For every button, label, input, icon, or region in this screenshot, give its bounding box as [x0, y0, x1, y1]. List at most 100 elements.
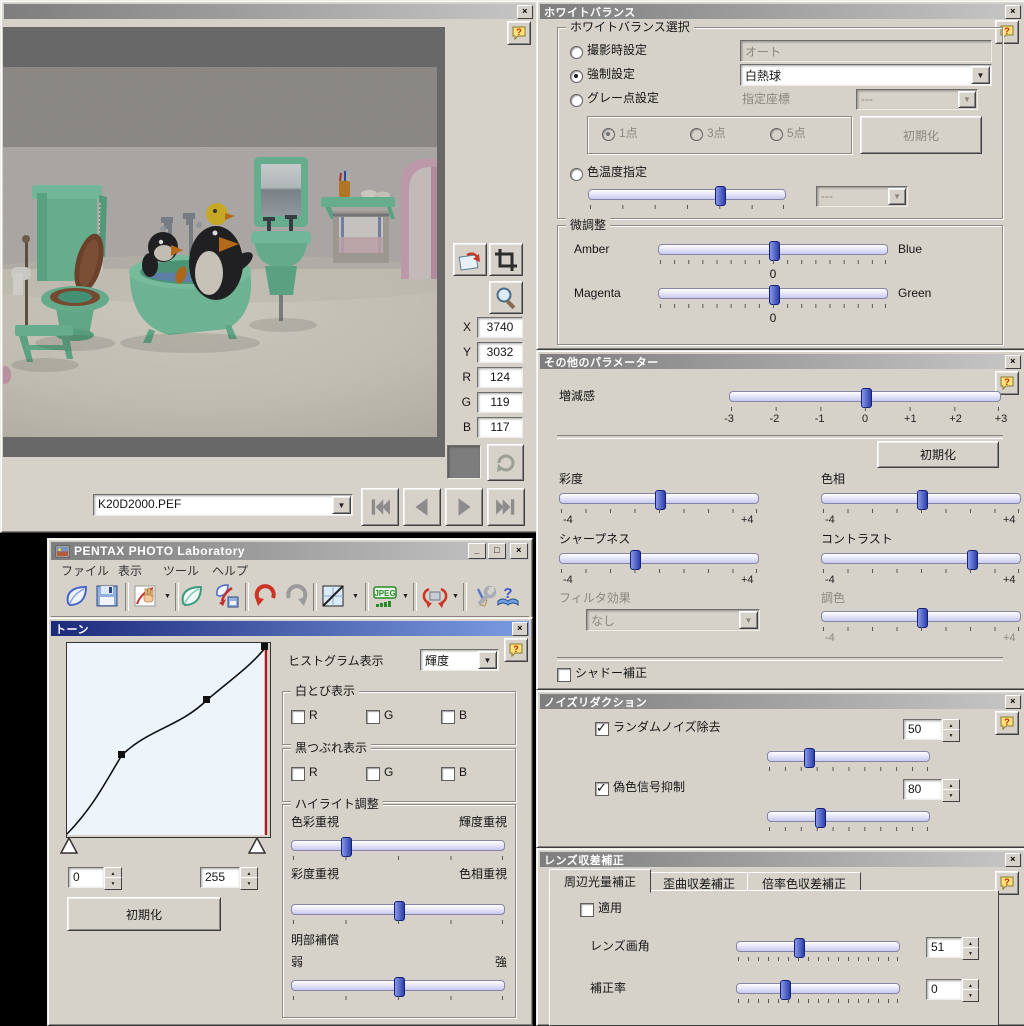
wb-reset-button[interactable]: 初期化: [860, 116, 982, 154]
last-image-button[interactable]: [487, 488, 525, 526]
slider-thumb[interactable]: [769, 241, 780, 261]
spin-down-icon[interactable]: ▼: [942, 729, 960, 742]
previous-image-button[interactable]: [403, 488, 441, 526]
lens-apply-checkbox[interactable]: [580, 903, 594, 917]
saturation-slider[interactable]: [559, 490, 759, 514]
color-luminance-slider[interactable]: [291, 837, 505, 861]
white-clip-g-label[interactable]: G: [384, 708, 393, 723]
main-titlebar[interactable]: PENTAX PHOTO Laboratory _ □ ×: [51, 542, 529, 560]
hue-slider[interactable]: [821, 490, 1021, 514]
black-clip-r-label[interactable]: R: [309, 765, 318, 780]
spin-down-icon[interactable]: ▼: [104, 877, 122, 890]
wb-point5-radio[interactable]: [770, 128, 783, 141]
tab-vignetting[interactable]: 周辺光量補正: [549, 869, 651, 893]
slider-thumb[interactable]: [917, 490, 928, 510]
black-clip-g-checkbox[interactable]: [366, 767, 380, 781]
histogram-plot[interactable]: [66, 642, 271, 838]
random-noise-label[interactable]: ランダムノイズ除去: [613, 720, 721, 735]
black-clip-r-checkbox[interactable]: [291, 767, 305, 781]
slider-thumb[interactable]: [803, 748, 815, 768]
slider-thumb[interactable]: [769, 285, 780, 305]
slider-thumb[interactable]: [967, 550, 978, 570]
rotate-button[interactable]: [422, 583, 448, 609]
black-clip-b-label[interactable]: B: [459, 765, 467, 780]
slider-thumb[interactable]: [779, 980, 791, 1000]
saturation-hue-slider[interactable]: [291, 901, 505, 925]
tone-titlebar[interactable]: トーン ×: [51, 621, 529, 636]
random-noise-slider[interactable]: [767, 748, 930, 772]
slider-thumb[interactable]: [794, 938, 806, 958]
chevron-down-icon[interactable]: ▼: [400, 589, 411, 605]
help-button[interactable]: ?: [495, 583, 521, 609]
noise-reduction-titlebar[interactable]: ノイズリダクション ×: [540, 694, 1022, 709]
params-reset-button[interactable]: 初期化: [877, 441, 999, 468]
false-color-label[interactable]: 偽色信号抑制: [613, 780, 685, 795]
tab-chromatic[interactable]: 倍率色収差補正: [747, 872, 861, 891]
slider-thumb[interactable]: [630, 550, 641, 570]
white-clip-r-label[interactable]: R: [309, 708, 318, 723]
spin-down-icon[interactable]: ▼: [942, 789, 960, 802]
redo-button[interactable]: [284, 583, 310, 609]
white-point-value[interactable]: 255: [200, 867, 240, 888]
lens-rate-value[interactable]: 0: [926, 979, 962, 1000]
menu-view[interactable]: 表示: [118, 564, 142, 579]
sensitivity-slider[interactable]: [729, 388, 1001, 412]
zoom-button[interactable]: [489, 281, 523, 314]
amber-blue-slider[interactable]: [658, 241, 888, 265]
edit-mode-button[interactable]: [132, 583, 158, 609]
spin-down-icon[interactable]: ▼: [962, 947, 979, 960]
slider-thumb[interactable]: [340, 837, 352, 857]
wb-point1-radio[interactable]: [602, 128, 615, 141]
close-icon[interactable]: ×: [1005, 694, 1021, 709]
chevron-down-icon[interactable]: ▼: [450, 589, 461, 605]
shadow-correction-label[interactable]: シャドー補正: [575, 666, 647, 681]
close-icon[interactable]: ×: [1005, 4, 1021, 19]
lens-correction-titlebar[interactable]: レンズ収差補正 ×: [540, 852, 1022, 867]
chevron-down-icon[interactable]: ▼: [332, 496, 351, 514]
slider-thumb[interactable]: [394, 901, 405, 921]
chevron-down-icon[interactable]: ▼: [162, 589, 173, 605]
help-button[interactable]: ?: [507, 21, 531, 45]
jpeg-convert-button[interactable]: JPEG: [372, 583, 398, 609]
file-selector[interactable]: K20D2000.PEF ▼: [93, 494, 353, 516]
lens-apply-label[interactable]: 適用: [598, 901, 622, 916]
extract-image-button[interactable]: [453, 243, 487, 276]
save-button[interactable]: [94, 583, 120, 609]
random-noise-checkbox[interactable]: [595, 720, 609, 736]
crop-button[interactable]: [489, 243, 523, 276]
black-point-value[interactable]: 0: [68, 867, 104, 888]
file-selector-value[interactable]: K20D2000.PEF: [93, 494, 353, 516]
close-icon[interactable]: ×: [512, 621, 528, 636]
wb-graypoint-label[interactable]: グレー点設定: [587, 91, 659, 106]
white-balance-titlebar[interactable]: ホワイトバランス ×: [540, 4, 1022, 19]
slider-thumb[interactable]: [394, 977, 405, 997]
brightness-comp-slider[interactable]: [291, 977, 505, 1001]
wb-shooting-radio[interactable]: [570, 46, 583, 59]
slider-thumb[interactable]: [655, 490, 666, 510]
minimize-icon[interactable]: _: [468, 543, 486, 559]
chevron-down-icon[interactable]: ▼: [350, 589, 361, 605]
lens-angle-value[interactable]: 51: [926, 937, 962, 958]
wb-forced-label[interactable]: 強制設定: [587, 67, 635, 82]
wb-shooting-label[interactable]: 撮影時設定: [587, 43, 647, 58]
other-params-titlebar[interactable]: その他のパラメーター ×: [540, 354, 1022, 369]
sharpness-slider[interactable]: [559, 550, 759, 574]
wb-temp-label[interactable]: 色温度指定: [587, 165, 647, 180]
menu-file[interactable]: ファイル: [61, 564, 109, 579]
slider-thumb[interactable]: [815, 808, 827, 828]
false-color-value[interactable]: 80: [903, 779, 942, 800]
white-clip-r-checkbox[interactable]: [291, 710, 305, 724]
close-icon[interactable]: ×: [1005, 852, 1021, 867]
chevron-down-icon[interactable]: ▼: [478, 651, 497, 669]
extract-save-button[interactable]: [214, 583, 240, 609]
wb-temp-slider[interactable]: [588, 186, 786, 210]
wb-preset-value[interactable]: 白熱球: [740, 64, 992, 86]
help-button[interactable]: ?: [504, 638, 528, 662]
white-clip-b-label[interactable]: B: [459, 708, 467, 723]
image-canvas[interactable]: [3, 27, 445, 457]
compare-view-button[interactable]: [320, 583, 346, 609]
open-image-button[interactable]: [64, 583, 90, 609]
extract-button[interactable]: [179, 583, 205, 609]
first-image-button[interactable]: [361, 488, 399, 526]
contrast-slider[interactable]: [821, 550, 1021, 574]
